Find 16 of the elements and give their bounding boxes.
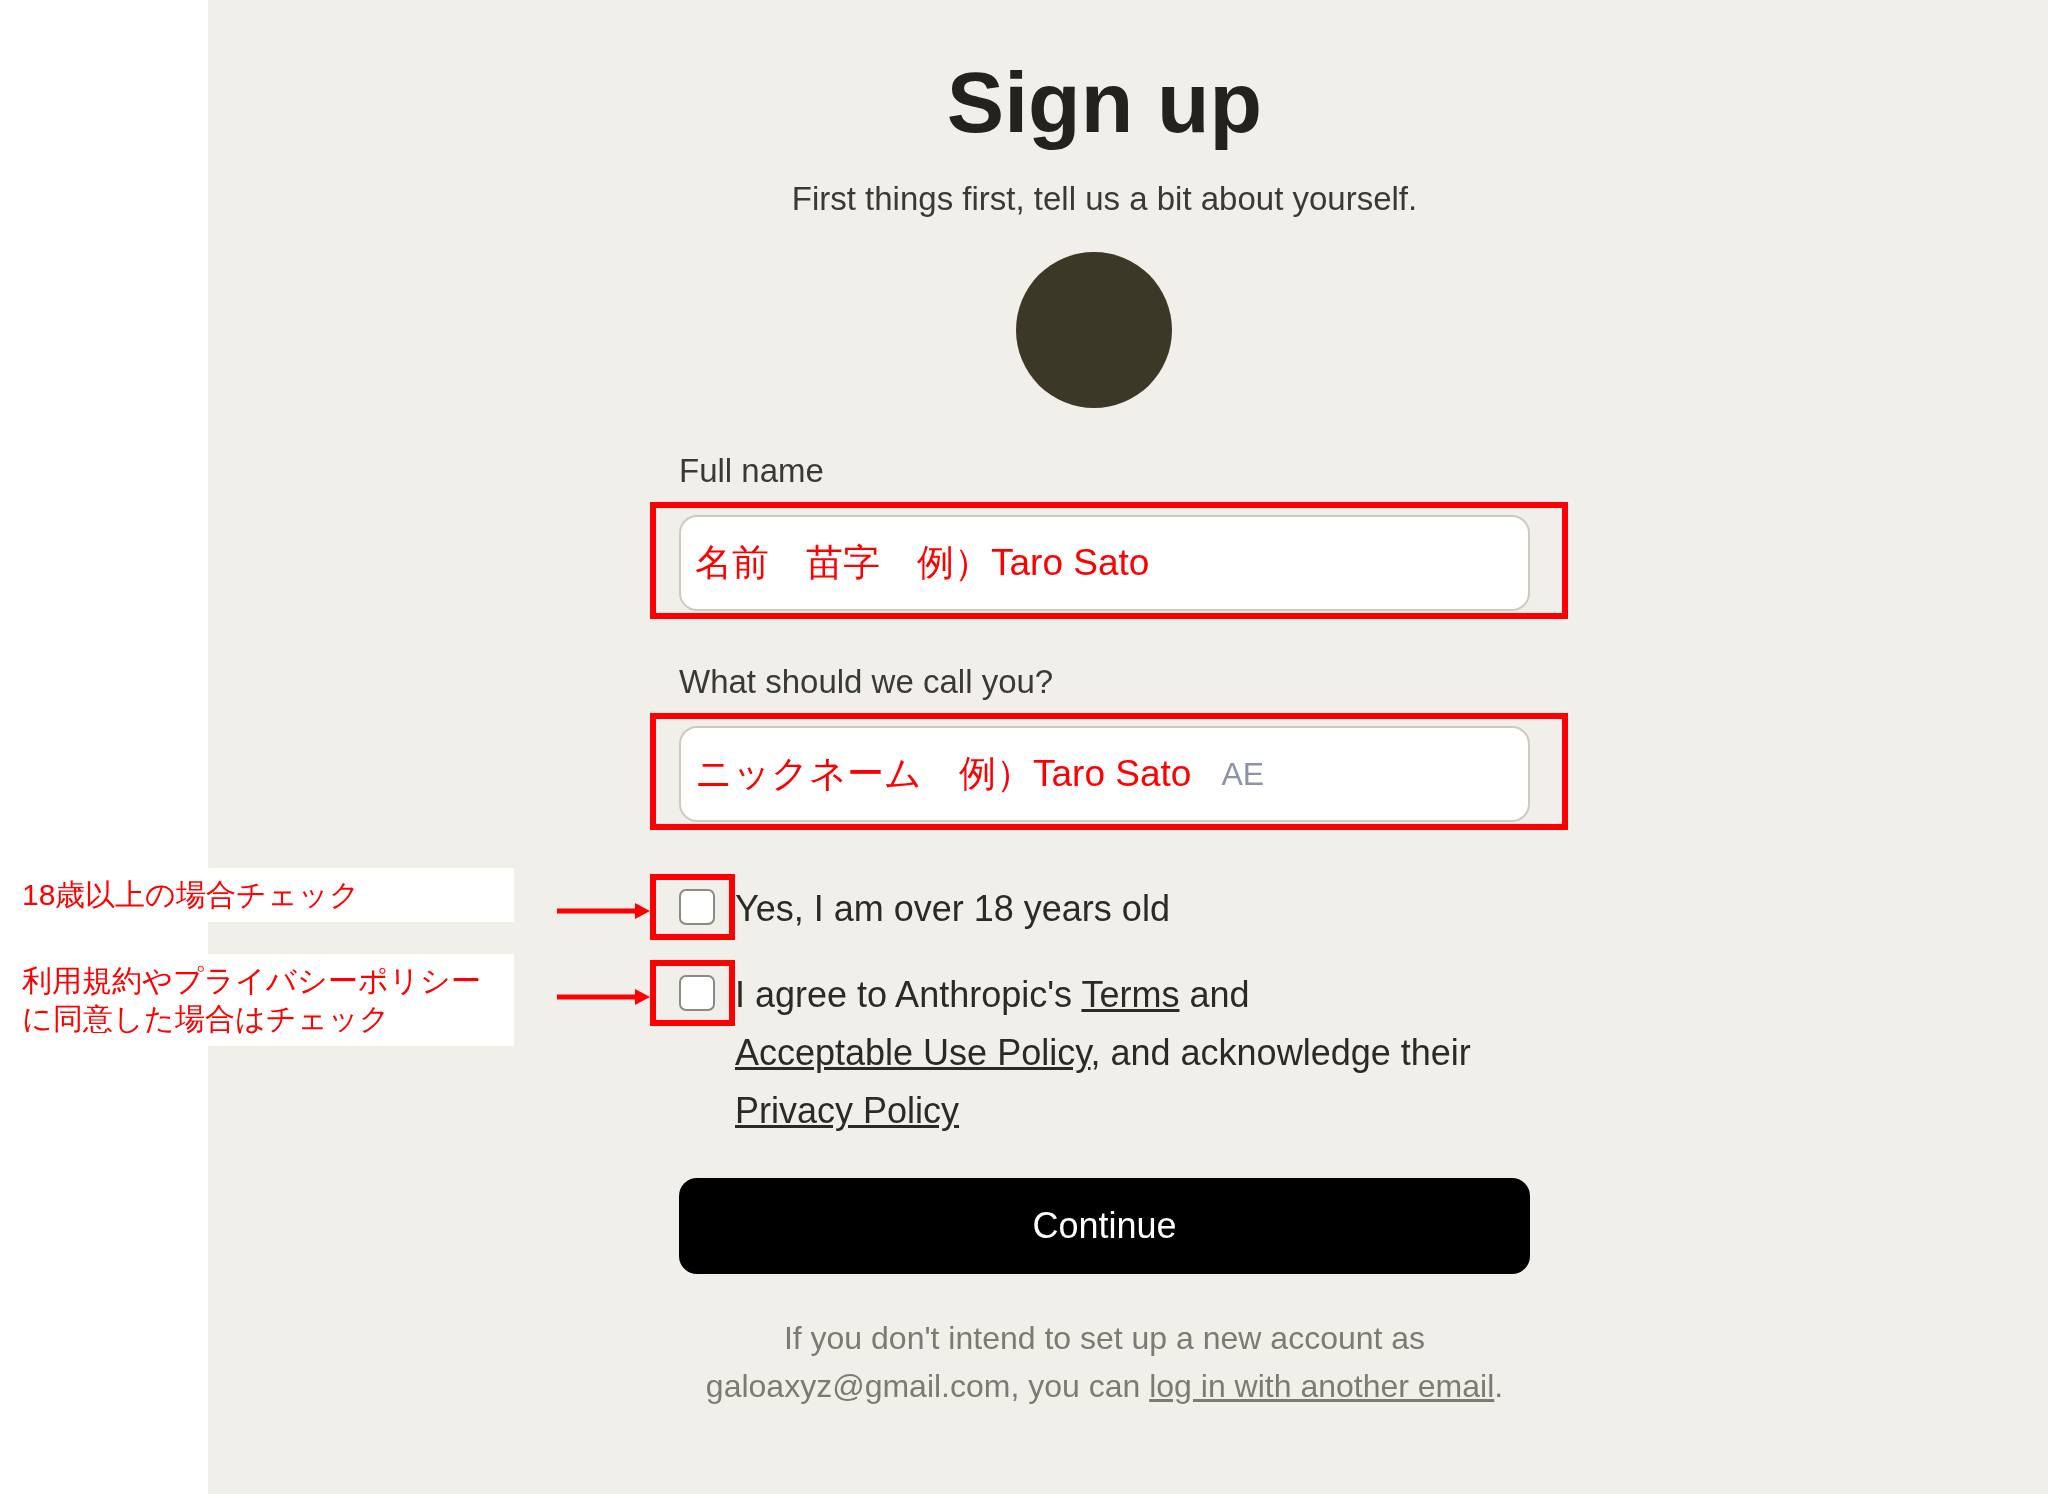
policy-link[interactable]: Privacy Policy (735, 1090, 960, 1131)
subtitle: First things first, tell us a bit about yourself. (790, 180, 1419, 218)
policy-link[interactable]: Terms (1081, 974, 1180, 1015)
field-label: What should we call you? (679, 663, 1055, 701)
login-link[interactable]: log in with another email (1149, 1368, 1495, 1404)
text-field[interactable]: 名前 苗字 例）Taro Sato (679, 515, 1530, 611)
checkbox[interactable] (679, 889, 715, 925)
checkbox-label: Yes, I am over 18 years old (735, 887, 1171, 931)
checkbox-label: I agree to Anthropic's Terms and Acceptable Use Policy, and acknowledge their Privacy Policy (735, 973, 1472, 1133)
field-label: Full name (679, 452, 825, 490)
text-field[interactable]: ニックネーム 例）Taro Sato AE (679, 726, 1530, 822)
policy-link[interactable]: Acceptable Use Policy (735, 1032, 1091, 1073)
footer-note: If you don't intend to set up a new account as galoaxyz@gmail.com, you can log in with another email. (704, 1319, 1505, 1406)
page-title: Sign up (945, 53, 1264, 152)
checkbox[interactable] (679, 975, 715, 1011)
continue-button[interactable]: Continue (679, 1178, 1530, 1274)
